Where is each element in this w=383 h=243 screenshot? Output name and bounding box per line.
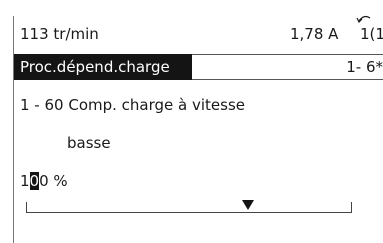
level-indicator-icon xyxy=(242,200,254,210)
motor-speed-readout: 113 tr/min xyxy=(20,25,99,43)
level-bar-track xyxy=(26,212,352,213)
parameter-group-bar: Proc.dépend.charge 1- 6* xyxy=(14,54,383,80)
parameter-value-field[interactable]: 100 % xyxy=(20,170,68,192)
parameter-group-index: 1- 6* xyxy=(346,58,383,76)
lcp-display: 113 tr/min 1,78 A 1(1 Proc.dépend.charge… xyxy=(0,0,383,243)
motor-current-readout: 1,78 A xyxy=(290,25,339,43)
value-level-bar xyxy=(26,200,352,214)
parameter-group-name: Proc.dépend.charge xyxy=(14,54,192,80)
active-setup-indicator: 1(1 xyxy=(360,25,383,43)
value-digit: 1 xyxy=(20,172,30,190)
display-frame-edge xyxy=(13,16,14,243)
level-bar-right-cap xyxy=(351,202,352,213)
value-edit-cursor[interactable]: 0 xyxy=(29,172,40,190)
value-remaining: 0 % xyxy=(39,172,68,190)
parameter-group-bar-rest: 1- 6* xyxy=(192,54,383,80)
parameter-name-line1: 1 - 60 Comp. charge à vitesse xyxy=(20,96,246,114)
status-line: 113 tr/min 1,78 A 1(1 xyxy=(20,22,383,46)
parameter-name-line2: basse xyxy=(67,134,111,152)
